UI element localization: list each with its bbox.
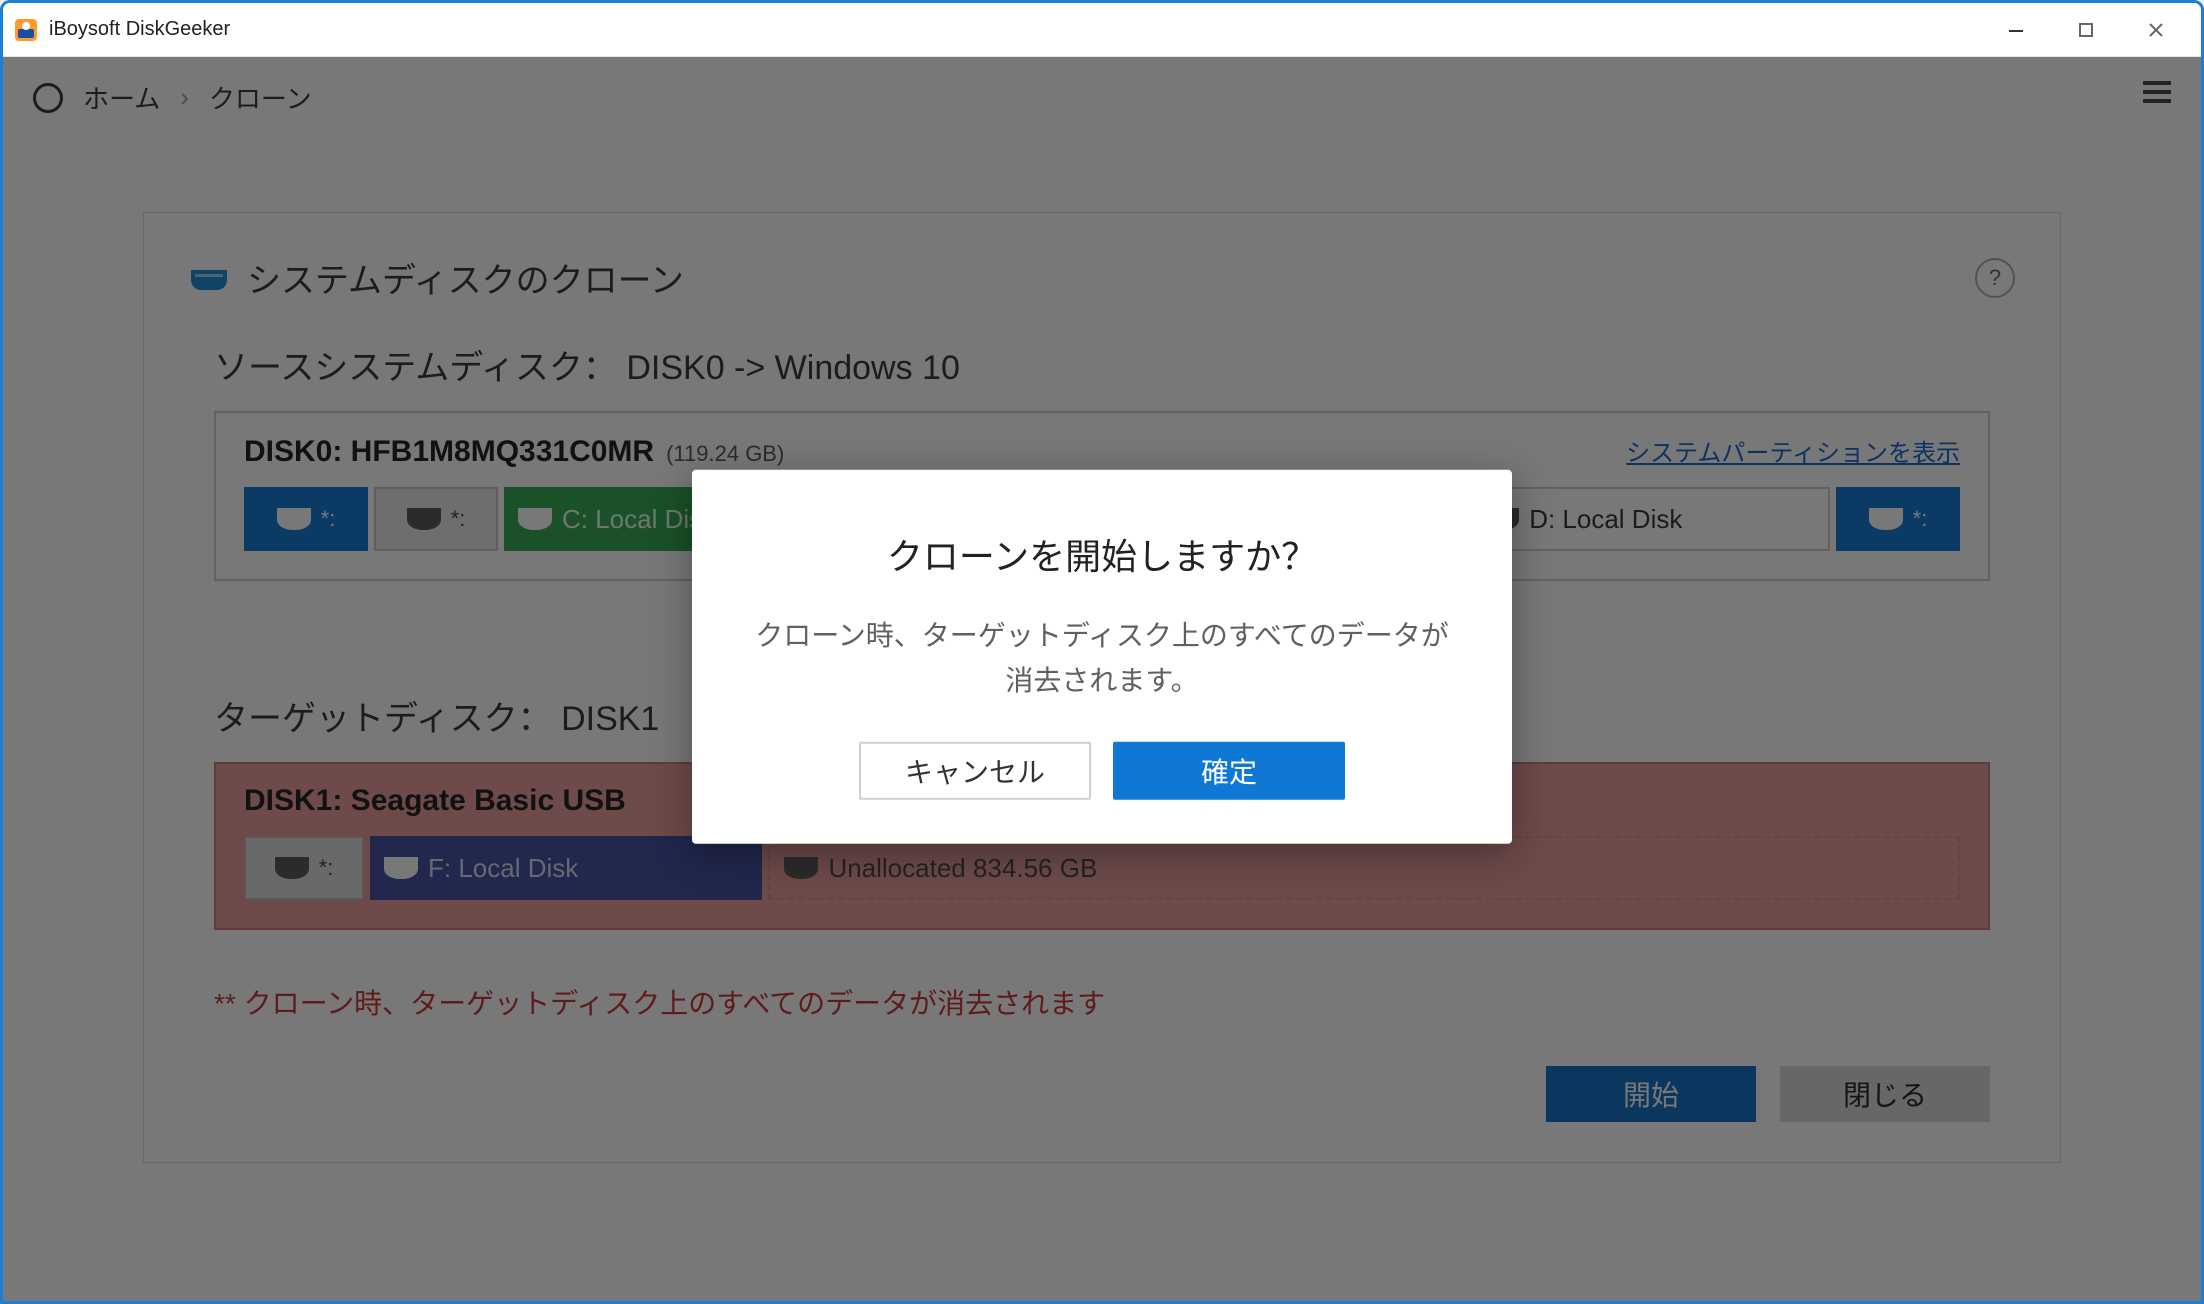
minimize-button[interactable] (1981, 6, 2051, 54)
dialog-buttons: キャンセル 確定 (742, 741, 1462, 799)
close-window-button[interactable] (2121, 6, 2191, 54)
dialog-message: クローン時、ターゲットディスク上のすべてのデータが消去されます。 (742, 614, 1462, 704)
client-area: ホーム › クローン システムディスクのクローン ? ソースシステムディスク： … (3, 57, 2201, 1301)
confirm-button[interactable]: 確定 (1113, 741, 1345, 799)
maximize-button[interactable] (2051, 6, 2121, 54)
close-icon (2148, 22, 2164, 38)
cancel-button[interactable]: キャンセル (859, 741, 1091, 799)
app-icon (13, 17, 39, 43)
minimize-icon (2008, 22, 2024, 38)
dialog-title: クローンを開始しますか？ (742, 528, 1462, 580)
titlebar: iBoysoft DiskGeeker (3, 3, 2201, 57)
maximize-icon (2079, 23, 2093, 37)
app-window: iBoysoft DiskGeeker ホーム › クローン システムディス (0, 0, 2204, 1304)
app-title: iBoysoft DiskGeeker (49, 18, 230, 41)
confirm-clone-dialog: クローンを開始しますか？ クローン時、ターゲットディスク上のすべてのデータが消去… (692, 470, 1512, 844)
